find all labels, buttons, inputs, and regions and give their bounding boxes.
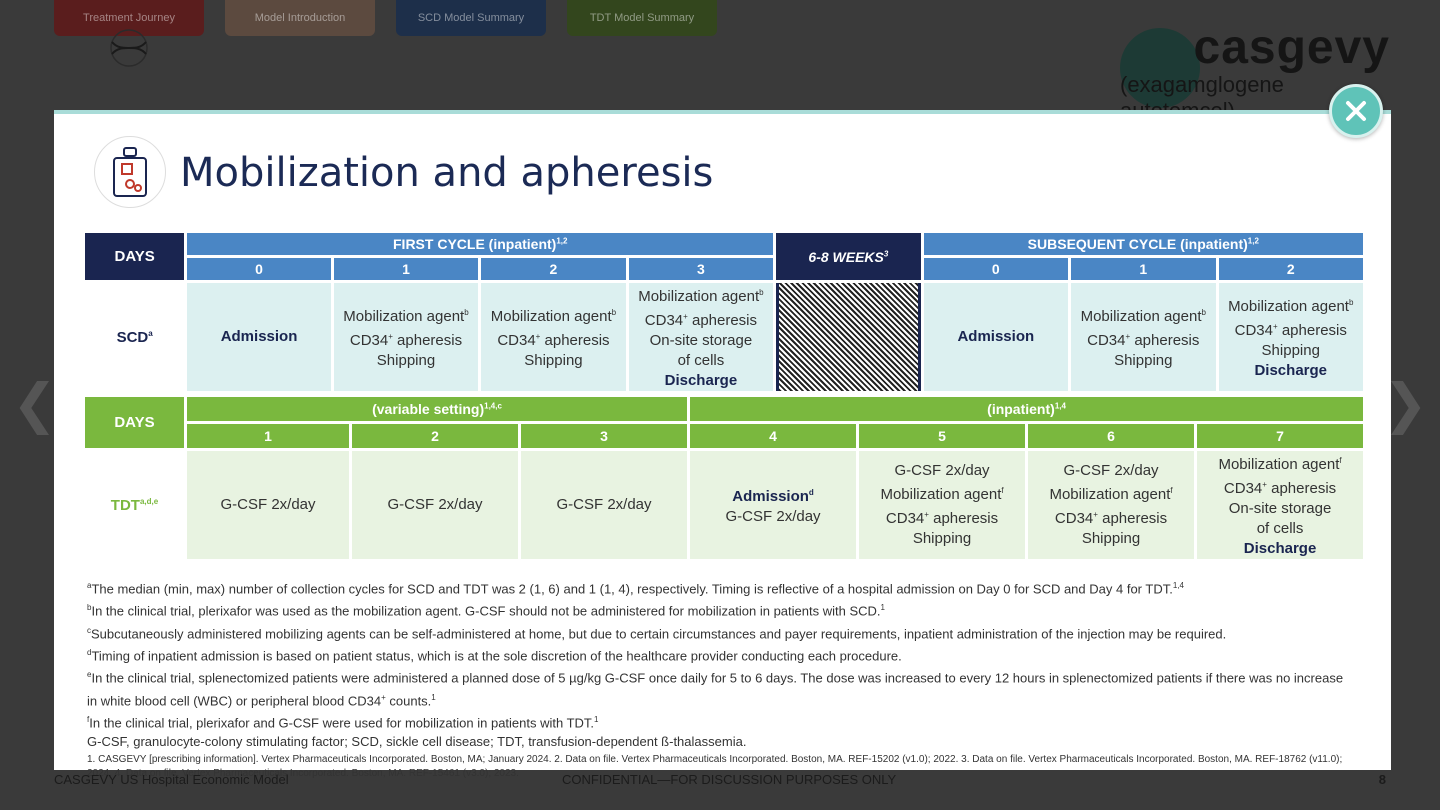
day-header: 2 <box>352 424 518 448</box>
days-header: DAYS <box>85 233 185 280</box>
day-header: 2 <box>1218 258 1363 280</box>
tdt-schedule-table: DAYS (variable setting)1,4,c (inpatient)… <box>82 394 1366 562</box>
schedule-cell: Mobilization agentb CD34+ apheresis Ship… <box>1071 283 1216 391</box>
dna-icon <box>110 29 148 67</box>
day-header: 6 <box>1028 424 1195 448</box>
day-header: 0 <box>923 258 1069 280</box>
schedule-cell: Mobilization agentb CD34+ apheresis On-s… <box>628 283 774 391</box>
slide-footer: CASGEVY US Hospital Economic Model CONFI… <box>54 772 1386 792</box>
schedule-cell: Admission <box>187 283 331 391</box>
close-button[interactable] <box>1329 84 1383 138</box>
tab-model-introduction[interactable]: Model Introduction <box>225 0 375 36</box>
schedule-cell: G-CSF 2x/day <box>521 451 688 559</box>
scd-row-label: SCDa <box>85 283 185 391</box>
day-header: 0 <box>187 258 331 280</box>
day-header: 1 <box>187 424 349 448</box>
schedule-cell: Mobilization agentb CD34+ apheresis Ship… <box>333 283 479 391</box>
schedule-cell: G-CSF 2x/day Mobilization agentf CD34+ a… <box>1028 451 1195 559</box>
schedule-cell: Admissiond G-CSF 2x/day <box>690 451 857 559</box>
variable-setting-header: (variable setting)1,4,c <box>187 397 688 421</box>
page-title: Mobilization and apheresis <box>180 150 714 196</box>
footnote-b: bIn the clinical trial, plerixafor was u… <box>87 603 885 619</box>
prev-arrow-icon[interactable]: ❮ <box>12 372 57 435</box>
schedule-cell: G-CSF 2x/day <box>352 451 518 559</box>
footnote-f: fIn the clinical trial, plerixafor and G… <box>87 714 599 731</box>
inpatient-header: (inpatient)1,4 <box>690 397 1364 421</box>
tdt-row-label: TDTa,d,e <box>85 451 184 559</box>
day-header: 5 <box>859 424 1026 448</box>
page-number: 8 <box>1378 772 1386 787</box>
tab-scd-model-summary[interactable]: SCD Model Summary <box>396 0 546 36</box>
schedule-cell: Admission <box>923 283 1069 391</box>
schedule-cell: Mobilization agentb CD34+ apheresis Ship… <box>1218 283 1363 391</box>
schedule-cell: Mobilization agentf CD34+ apheresis On-s… <box>1197 451 1364 559</box>
confidential-notice: CONFIDENTIAL—FOR DISCUSSION PURPOSES ONL… <box>562 772 897 787</box>
abbreviations: G-CSF, granulocyte-colony stimulating fa… <box>87 734 747 750</box>
schedule-cell: Mobilization agentb CD34+ apheresis Ship… <box>481 283 626 391</box>
day-header: 1 <box>1071 258 1216 280</box>
apheresis-bag-icon <box>94 136 166 208</box>
brand-name: casgevy <box>1193 21 1390 74</box>
schedule-cell: G-CSF 2x/day <box>187 451 349 559</box>
weeks-header: 6-8 WEEKS3 <box>776 233 921 280</box>
day-header: 7 <box>1197 424 1364 448</box>
schedule-cell: G-CSF 2x/day Mobilization agentf CD34+ a… <box>859 451 1026 559</box>
day-header: 3 <box>628 258 774 280</box>
footnotes: aThe median (min, max) number of collect… <box>87 576 1347 781</box>
background-tabs: Treatment Journey Model Introduction SCD… <box>54 0 717 36</box>
day-header: 1 <box>333 258 479 280</box>
modal-dialog: Mobilization and apheresis DAYS FIRST CY… <box>54 110 1391 779</box>
days-header: DAYS <box>85 397 184 448</box>
footnote-e: eIn the clinical trial, splenectomized p… <box>87 670 1344 708</box>
footnote-a: aThe median (min, max) number of collect… <box>87 581 1184 597</box>
close-icon <box>1346 101 1366 121</box>
scd-schedule-table: DAYS FIRST CYCLE (inpatient)1,2 6-8 WEEK… <box>82 230 1366 394</box>
tab-tdt-model-summary[interactable]: TDT Model Summary <box>567 0 717 36</box>
footer-title: CASGEVY US Hospital Economic Model <box>54 772 289 787</box>
gap-period-hatch <box>776 283 921 391</box>
subsequent-cycle-header: SUBSEQUENT CYCLE (inpatient)1,2 <box>923 233 1363 255</box>
footnote-d: dTiming of inpatient admission is based … <box>87 647 902 664</box>
footnote-c: cSubcutaneously administered mobilizing … <box>87 625 1227 641</box>
day-header: 3 <box>521 424 688 448</box>
day-header: 2 <box>481 258 626 280</box>
first-cycle-header: FIRST CYCLE (inpatient)1,2 <box>187 233 774 255</box>
day-header: 4 <box>690 424 857 448</box>
